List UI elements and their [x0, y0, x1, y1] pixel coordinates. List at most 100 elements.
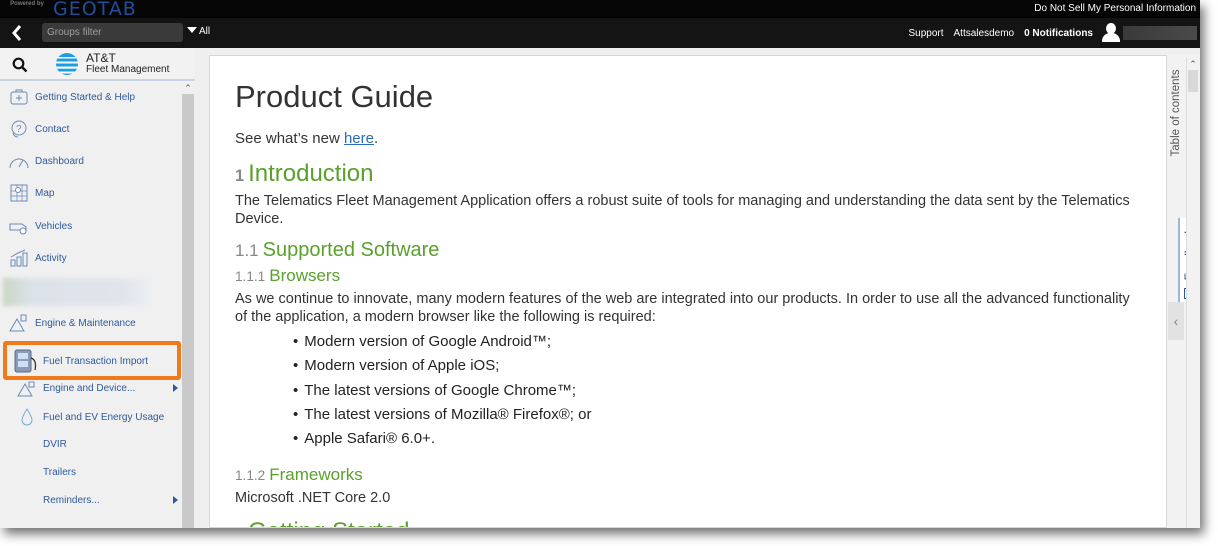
warning-wrench-icon: [9, 314, 27, 332]
headset-question-icon: ?: [11, 120, 27, 138]
att-brand: AT&T Fleet Management: [86, 52, 169, 76]
submenu-arrow-icon: [173, 496, 178, 504]
page-title: Product Guide: [235, 79, 434, 114]
first-aid-kit-icon: [10, 89, 28, 105]
highlight-annotation: [3, 341, 181, 380]
speedometer-icon: [9, 158, 29, 169]
sidebar-item-redacted[interactable]: [3, 278, 153, 306]
svg-text:?: ?: [16, 124, 22, 135]
app-window: Powered by GEOTAB Do Not Sell My Persona…: [0, 0, 1200, 528]
sidebar-item-label: Reminders...: [43, 494, 100, 506]
table-of-contents-tab[interactable]: Table of contents: [1167, 58, 1185, 168]
vehicle-icon: [9, 223, 27, 235]
list-item: Modern version of Google Android™;: [293, 333, 591, 357]
section-number: 1.1.1: [235, 269, 266, 284]
sidebar-item-label: DVIR: [43, 438, 67, 450]
groups-filter-input[interactable]: [42, 23, 183, 42]
sidebar-item-label: Vehicles: [35, 220, 73, 232]
section-number: 1: [235, 167, 245, 185]
do-not-sell-link[interactable]: Do Not Sell My Personal Information: [1034, 3, 1196, 14]
scroll-up-icon[interactable]: ⌃: [182, 82, 194, 94]
scroll-up-icon[interactable]: ⌃: [1187, 58, 1199, 70]
toc-label: Table of contents: [1170, 69, 1182, 157]
search-icon[interactable]: [12, 57, 28, 73]
scroll-thumb[interactable]: [1188, 70, 1198, 92]
list-item: Apple Safari® 6.0+.: [293, 430, 591, 454]
frameworks-paragraph: Microsoft .NET Core 2.0: [235, 490, 391, 506]
heading-getting-started: 2 Getting Started: [235, 518, 410, 527]
sidebar-item-label: Activity: [35, 252, 67, 264]
back-button[interactable]: [10, 23, 28, 43]
heading-introduction: 1 Introduction: [235, 160, 374, 188]
section-title: Browsers: [269, 266, 341, 285]
sidebar-item-label: Engine & Maintenance: [35, 317, 136, 329]
sidebar-item-label: Getting Started & Help: [35, 91, 136, 103]
account-link[interactable]: Attsalesdemo: [954, 28, 1015, 39]
sidebar-item-engine-maintenance[interactable]: Engine & Maintenance: [0, 309, 182, 337]
sidebar-item-vehicles[interactable]: Vehicles: [0, 212, 182, 240]
sidebar-item-dvir[interactable]: DVIR: [0, 430, 182, 458]
sidebar-item-label: Fuel and EV Energy Usage: [43, 411, 165, 423]
sidebar-item-label: Engine and Device...: [43, 382, 136, 394]
section-title: Introduction: [248, 160, 374, 187]
sidebar-item-getting-started[interactable]: Getting Started & Help: [0, 83, 182, 111]
section-number: 2: [235, 525, 244, 527]
sidebar-item-label: Trailers: [43, 466, 76, 478]
caret-down-icon: [187, 27, 197, 33]
document-scrollbar[interactable]: ⌃: [1186, 58, 1198, 528]
section-title: Supported Software: [262, 239, 440, 261]
sidebar-item-map[interactable]: Map: [0, 179, 182, 207]
section-title: Getting Started: [248, 518, 409, 527]
section-number: 1.1.2: [235, 468, 266, 483]
collapse-panel-button[interactable]: ‹: [1168, 302, 1184, 340]
map-icon: [10, 184, 28, 202]
sidebar-scrollbar[interactable]: ⌃: [182, 82, 194, 528]
top-links: Support Attsalesdemo 0 Notifications: [898, 23, 1197, 43]
heading-supported-software: 1.1 Supported Software: [235, 239, 439, 262]
geotab-logo: GEOTAB: [53, 0, 137, 20]
heading-frameworks: 1.1.2 Frameworks: [235, 465, 363, 485]
groups-scope-dropdown[interactable]: All: [187, 26, 210, 37]
top-nav-bar: All Support Attsalesdemo 0 Notifications: [0, 18, 1200, 48]
powered-by-bar: Powered by GEOTAB Do Not Sell My Persona…: [0, 0, 1200, 20]
sidebar: AT&T Fleet Management Getting Started & …: [0, 48, 195, 528]
notifications-link[interactable]: 0 Notifications: [1024, 28, 1093, 39]
browsers-list: Modern version of Google Android™; Moder…: [293, 333, 591, 454]
chevron-left-icon: [12, 25, 22, 41]
sidebar-item-label: Map: [35, 187, 55, 199]
submenu-arrow-icon: [173, 384, 178, 392]
warning-device-icon: [17, 381, 35, 397]
sidebar-item-reminders[interactable]: Reminders...: [0, 486, 182, 514]
user-name-redacted[interactable]: [1123, 26, 1197, 40]
att-brand-subtitle: Fleet Management: [86, 64, 170, 75]
list-item: The latest versions of Google Chrome™;: [293, 382, 591, 406]
browsers-paragraph: As we continue to innovate, many modern …: [235, 291, 1130, 325]
sidebar-item-trailers[interactable]: Trailers: [0, 458, 182, 486]
section-number: 1.1: [235, 241, 259, 260]
section-title: Frameworks: [269, 465, 363, 484]
support-link[interactable]: Support: [908, 28, 943, 39]
bar-chart-icon: [10, 249, 28, 267]
sidebar-item-label: Contact: [35, 123, 70, 135]
droplet-icon: [21, 408, 33, 426]
groups-scope-value: All: [199, 26, 211, 37]
whats-new-text: See what’s new: [235, 130, 344, 147]
sidebar-item-fuel-ev-usage[interactable]: Fuel and EV Energy Usage: [0, 403, 182, 431]
powered-by-label: Powered by: [10, 1, 44, 7]
whats-new-line: See what’s new here.: [235, 130, 378, 147]
sidebar-item-contact[interactable]: ? Contact: [0, 115, 182, 143]
whats-new-link[interactable]: here: [344, 130, 374, 147]
sidebar-item-dashboard[interactable]: Dashboard: [0, 147, 182, 175]
att-globe-logo: [56, 53, 78, 75]
list-item: Modern version of Apple iOS;: [293, 357, 591, 381]
heading-browsers: 1.1.1 Browsers: [235, 266, 340, 286]
user-icon[interactable]: [1101, 23, 1121, 43]
list-item: The latest versions of Mozilla® Firefox®…: [293, 406, 591, 430]
sidebar-item-label: Dashboard: [35, 155, 84, 167]
sidebar-header: AT&T Fleet Management: [0, 48, 195, 81]
sidebar-item-activity[interactable]: Activity: [0, 244, 182, 272]
document-panel: Product Guide See what’s new here. 1 Intr…: [209, 55, 1167, 528]
intro-paragraph: The Telematics Fleet Management Applicat…: [235, 193, 1130, 227]
chevron-left-icon: ‹: [1173, 313, 1179, 329]
whats-new-suffix: .: [374, 130, 379, 147]
